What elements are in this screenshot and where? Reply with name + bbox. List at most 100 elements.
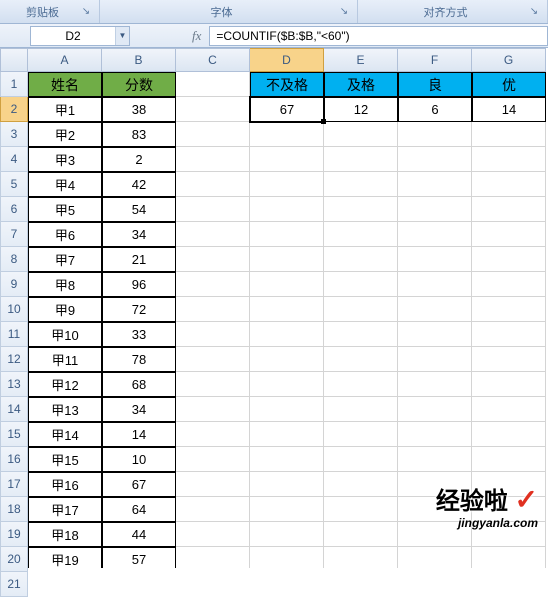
cell[interactable] — [176, 522, 250, 547]
row-header[interactable]: 12 — [0, 347, 28, 372]
cell[interactable] — [176, 222, 250, 247]
cell[interactable] — [250, 322, 324, 347]
column-header-D[interactable]: D — [250, 48, 324, 72]
cell[interactable] — [250, 272, 324, 297]
cell[interactable]: 甲10 — [28, 322, 102, 347]
cell[interactable]: 甲9 — [28, 297, 102, 322]
cell[interactable] — [250, 122, 324, 147]
cell[interactable] — [472, 297, 546, 322]
cell[interactable] — [176, 472, 250, 497]
cell[interactable]: 甲13 — [28, 397, 102, 422]
cell[interactable]: 分数 — [102, 72, 176, 97]
cell[interactable] — [398, 147, 472, 172]
cell[interactable] — [472, 372, 546, 397]
formula-input[interactable]: =COUNTIF($B:$B,"<60") — [209, 26, 548, 46]
cell[interactable] — [176, 347, 250, 372]
cell[interactable] — [472, 522, 546, 547]
cell[interactable]: 64 — [102, 497, 176, 522]
cell[interactable] — [176, 172, 250, 197]
cell[interactable]: 甲18 — [28, 522, 102, 547]
cell[interactable] — [250, 147, 324, 172]
row-header[interactable]: 15 — [0, 422, 28, 447]
cell[interactable]: 33 — [102, 322, 176, 347]
cell[interactable]: 甲17 — [28, 497, 102, 522]
cell[interactable] — [472, 172, 546, 197]
cell[interactable] — [176, 147, 250, 172]
cell[interactable]: 34 — [102, 222, 176, 247]
cell[interactable] — [398, 397, 472, 422]
cell[interactable] — [398, 222, 472, 247]
cell[interactable]: 83 — [102, 122, 176, 147]
cell[interactable] — [324, 272, 398, 297]
cell[interactable]: 54 — [102, 197, 176, 222]
fx-icon[interactable]: fx — [132, 28, 209, 44]
cell[interactable] — [324, 497, 398, 522]
cell[interactable]: 姓名 — [28, 72, 102, 97]
cell[interactable]: 72 — [102, 297, 176, 322]
cell[interactable] — [324, 247, 398, 272]
cell[interactable] — [176, 422, 250, 447]
cell[interactable] — [176, 297, 250, 322]
cell[interactable]: 良 — [398, 72, 472, 97]
cell[interactable]: 甲5 — [28, 197, 102, 222]
row-header[interactable]: 14 — [0, 397, 28, 422]
cell[interactable] — [398, 272, 472, 297]
cell[interactable] — [176, 272, 250, 297]
column-header-F[interactable]: F — [398, 48, 472, 72]
cell[interactable]: 甲7 — [28, 247, 102, 272]
cell[interactable] — [250, 172, 324, 197]
cell[interactable] — [472, 472, 546, 497]
cell[interactable] — [176, 72, 250, 97]
cell[interactable]: 34 — [102, 397, 176, 422]
cell[interactable] — [176, 322, 250, 347]
cell[interactable] — [176, 247, 250, 272]
cell[interactable]: 及格 — [324, 72, 398, 97]
dialog-launcher-icon[interactable]: ↘ — [337, 5, 351, 19]
column-header-A[interactable]: A — [28, 48, 102, 72]
cell[interactable]: 2 — [102, 147, 176, 172]
row-header[interactable]: 6 — [0, 197, 28, 222]
cell[interactable] — [250, 372, 324, 397]
cell[interactable] — [398, 522, 472, 547]
column-header-B[interactable]: B — [102, 48, 176, 72]
cell[interactable] — [472, 247, 546, 272]
cell[interactable]: 67 — [102, 472, 176, 497]
cell[interactable]: 78 — [102, 347, 176, 372]
cell[interactable] — [472, 447, 546, 472]
row-header[interactable]: 10 — [0, 297, 28, 322]
cell[interactable]: 甲3 — [28, 147, 102, 172]
cell[interactable] — [250, 197, 324, 222]
cell[interactable]: 甲19 — [28, 547, 102, 568]
cell[interactable] — [398, 447, 472, 472]
column-header-C[interactable]: C — [176, 48, 250, 72]
cell[interactable] — [472, 322, 546, 347]
row-header[interactable]: 3 — [0, 122, 28, 147]
cell[interactable]: 甲8 — [28, 272, 102, 297]
row-header[interactable]: 5 — [0, 172, 28, 197]
row-header[interactable]: 20 — [0, 547, 28, 572]
dialog-launcher-icon[interactable]: ↘ — [79, 5, 93, 19]
cell[interactable] — [250, 222, 324, 247]
cell[interactable] — [398, 322, 472, 347]
cell[interactable] — [324, 522, 398, 547]
row-header[interactable]: 17 — [0, 472, 28, 497]
cell[interactable] — [176, 97, 250, 122]
row-header[interactable]: 19 — [0, 522, 28, 547]
row-header[interactable]: 4 — [0, 147, 28, 172]
select-all-corner[interactable] — [0, 48, 28, 72]
cell[interactable]: 甲1 — [28, 97, 102, 122]
row-header[interactable]: 8 — [0, 247, 28, 272]
cell[interactable] — [398, 297, 472, 322]
grid-area[interactable]: ABCDEFG 姓名分数不及格及格良优甲1386712614甲283甲32甲44… — [28, 48, 548, 568]
cell[interactable] — [324, 122, 398, 147]
cell[interactable] — [324, 447, 398, 472]
name-box[interactable]: D2 ▼ — [30, 26, 130, 46]
cell[interactable] — [398, 347, 472, 372]
cell[interactable] — [250, 472, 324, 497]
cell[interactable] — [324, 397, 398, 422]
cell[interactable] — [324, 472, 398, 497]
cell[interactable] — [176, 497, 250, 522]
dialog-launcher-icon[interactable]: ↘ — [527, 5, 541, 19]
cell[interactable]: 12 — [324, 97, 398, 122]
cell[interactable] — [472, 272, 546, 297]
